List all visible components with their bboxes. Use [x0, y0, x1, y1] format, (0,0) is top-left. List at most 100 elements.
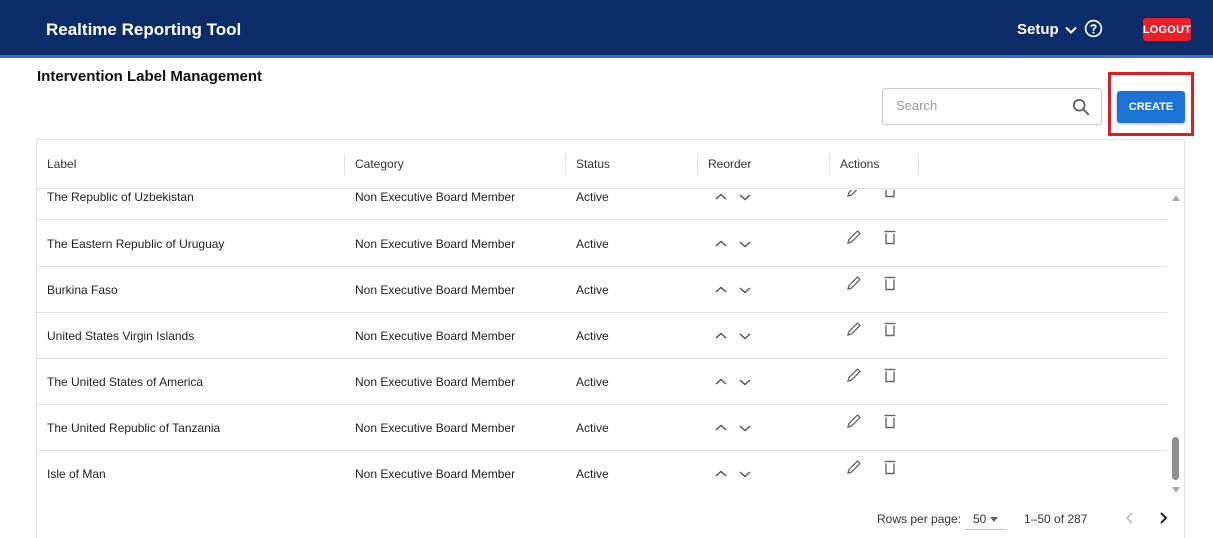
- pencil-icon[interactable]: [845, 320, 863, 338]
- row-actions: [845, 274, 899, 292]
- reorder-controls: [714, 283, 758, 299]
- pencil-icon[interactable]: [845, 190, 863, 199]
- status-cell: Active: [576, 283, 609, 297]
- table-row: The United Republic of Tanzania Non Exec…: [37, 405, 1167, 451]
- trash-icon[interactable]: [881, 190, 899, 199]
- row-actions: [845, 458, 899, 476]
- pencil-icon[interactable]: [845, 274, 863, 292]
- label-cell: Isle of Man: [47, 467, 106, 481]
- label-cell: The United States of America: [47, 375, 204, 389]
- trash-icon[interactable]: [881, 320, 899, 338]
- chevron-right-icon[interactable]: [1154, 509, 1172, 527]
- column-header-reorder[interactable]: Reorder: [697, 154, 829, 175]
- rows-per-page-label: Rows per page:: [877, 512, 962, 526]
- row-actions: [845, 320, 899, 338]
- label-cell: Burkina Faso: [47, 283, 118, 297]
- reorder-controls: [714, 375, 758, 391]
- status-cell: Active: [576, 190, 609, 204]
- chevron-up-icon[interactable]: [714, 375, 728, 389]
- trash-icon[interactable]: [881, 458, 899, 476]
- column-divider: [918, 154, 919, 175]
- pencil-icon[interactable]: [845, 458, 863, 476]
- chevron-up-icon[interactable]: [714, 237, 728, 251]
- table-row: Burkina Faso Non Executive Board Member …: [37, 267, 1167, 313]
- row-actions: [845, 190, 899, 199]
- chevron-left-icon[interactable]: [1121, 509, 1139, 527]
- chevron-up-icon[interactable]: [714, 421, 728, 435]
- chevron-down-icon[interactable]: [738, 190, 752, 204]
- label-table: Label Category Status Reorder Actions Th…: [36, 139, 1185, 538]
- label-cell: United States Virgin Islands: [47, 329, 195, 343]
- chevron-up-icon[interactable]: [714, 329, 728, 343]
- chevron-down-icon[interactable]: [738, 421, 752, 435]
- row-actions: [845, 228, 899, 246]
- column-header-label[interactable]: Label: [37, 154, 344, 175]
- label-cell: The Republic of Uzbekistan: [47, 190, 194, 204]
- trash-icon[interactable]: [881, 228, 899, 246]
- column-header-actions: Actions: [829, 154, 918, 175]
- chevron-down-icon: [1064, 26, 1077, 34]
- reorder-controls: [714, 329, 758, 345]
- status-cell: Active: [576, 237, 609, 251]
- pencil-icon[interactable]: [845, 366, 863, 384]
- category-cell: Non Executive Board Member: [355, 467, 516, 481]
- status-cell: Active: [576, 467, 609, 481]
- chevron-down-icon[interactable]: [738, 283, 752, 297]
- create-button[interactable]: CREATE: [1117, 91, 1185, 123]
- pencil-icon[interactable]: [845, 228, 863, 246]
- table-pagination: Rows per page: 50 1–50 of 287: [37, 497, 1184, 538]
- trash-icon[interactable]: [881, 412, 899, 430]
- scroll-thumb[interactable]: [1172, 437, 1179, 480]
- trash-icon[interactable]: [881, 366, 899, 384]
- table-row: United States Virgin Islands Non Executi…: [37, 313, 1167, 359]
- scroll-down-arrow-icon[interactable]: [1172, 487, 1180, 493]
- label-cell: The United Republic of Tanzania: [47, 421, 221, 435]
- chevron-down-icon[interactable]: [738, 467, 752, 481]
- pencil-icon[interactable]: [845, 412, 863, 430]
- column-header-category[interactable]: Category: [344, 154, 565, 175]
- setup-menu[interactable]: Setup: [1017, 21, 1077, 38]
- caret-down-icon: [990, 517, 999, 522]
- status-cell: Active: [576, 375, 609, 389]
- search-icon[interactable]: [1072, 98, 1090, 116]
- row-actions: [845, 412, 899, 430]
- category-cell: Non Executive Board Member: [355, 329, 516, 343]
- label-cell: The Eastern Republic of Uruguay: [47, 237, 225, 251]
- vertical-scrollbar[interactable]: [1168, 190, 1184, 496]
- status-cell: Active: [576, 421, 609, 435]
- app-title[interactable]: Realtime Reporting Tool: [46, 20, 241, 40]
- help-icon[interactable]: [1084, 19, 1103, 38]
- chevron-up-icon[interactable]: [714, 283, 728, 297]
- chevron-down-icon[interactable]: [738, 237, 752, 251]
- table-body[interactable]: The Republic of Uzbekistan Non Executive…: [37, 190, 1184, 496]
- logout-button[interactable]: LOGOUT: [1143, 18, 1191, 41]
- scroll-up-arrow-icon[interactable]: [1172, 195, 1180, 201]
- column-header-status[interactable]: Status: [565, 154, 697, 175]
- table-row: The Republic of Uzbekistan Non Executive…: [37, 190, 1167, 220]
- table-row: The Eastern Republic of Uruguay Non Exec…: [37, 221, 1167, 267]
- rows-per-page-select[interactable]: 50: [965, 508, 1007, 530]
- reorder-controls: [714, 467, 758, 483]
- chevron-up-icon[interactable]: [714, 467, 728, 481]
- table-row: The United States of America Non Executi…: [37, 359, 1167, 405]
- row-actions: [845, 366, 899, 384]
- reorder-controls: [714, 421, 758, 437]
- category-cell: Non Executive Board Member: [355, 375, 516, 389]
- chevron-down-icon[interactable]: [738, 375, 752, 389]
- pagination-range: 1–50 of 287: [1024, 512, 1088, 526]
- reorder-controls: [714, 237, 758, 253]
- page-title: Intervention Label Management: [37, 68, 263, 85]
- app-header: Realtime Reporting Tool Setup LOGOUT: [0, 0, 1213, 58]
- table-row: Isle of Man Non Executive Board Member A…: [37, 451, 1167, 496]
- reorder-controls: [714, 190, 758, 206]
- table-header: Label Category Status Reorder Actions: [37, 140, 1184, 189]
- rows-per-page-value: 50: [973, 511, 987, 526]
- chevron-up-icon[interactable]: [714, 190, 728, 204]
- trash-icon[interactable]: [881, 274, 899, 292]
- category-cell: Non Executive Board Member: [355, 283, 516, 297]
- search-input[interactable]: [896, 98, 1066, 113]
- search-box[interactable]: [882, 88, 1102, 125]
- status-cell: Active: [576, 329, 609, 343]
- category-cell: Non Executive Board Member: [355, 421, 516, 435]
- chevron-down-icon[interactable]: [738, 329, 752, 343]
